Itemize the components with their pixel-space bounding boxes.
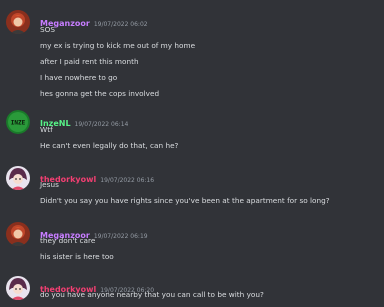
red-hair-avatar-icon[interactable]	[6, 222, 30, 246]
message-text: after I paid rent this month	[40, 57, 139, 66]
message-text: SOS	[40, 25, 56, 34]
message-text: Jesus	[40, 180, 59, 189]
timestamp: 19/07/2022 06:19	[93, 233, 148, 240]
inze-logo-avatar-icon[interactable]: INZE	[6, 110, 30, 134]
anime-character-avatar-icon[interactable]	[6, 276, 30, 300]
message-header: Meganzoor 19/07/2022 06:02	[40, 11, 148, 30]
timestamp: 19/07/2022 06:14	[74, 121, 129, 128]
timestamp: 19/07/2022 06:02	[93, 21, 148, 28]
red-hair-avatar-icon[interactable]	[6, 10, 30, 34]
message-text: He can't even legally do that, can he?	[40, 141, 179, 150]
message-text: his sister is here too	[40, 252, 114, 261]
message-header: InzeNL 19/07/2022 06:14	[40, 111, 128, 130]
message-text: I have nowhere to go	[40, 73, 118, 82]
message-text: they don't care	[40, 236, 96, 245]
message-text: hes gonna get the cops involved	[40, 89, 160, 98]
message-text: Wtf	[40, 125, 53, 134]
message-text: do you have anyone nearby that you can c…	[40, 290, 264, 299]
anime-character-avatar-icon[interactable]	[6, 166, 30, 190]
timestamp: 19/07/2022 06:16	[100, 177, 155, 184]
message-text: my ex is trying to kick me out of my hom…	[40, 41, 196, 50]
message-text: Didn't you say you have rights since you…	[40, 196, 330, 205]
svg-text:INZE: INZE	[11, 120, 26, 127]
